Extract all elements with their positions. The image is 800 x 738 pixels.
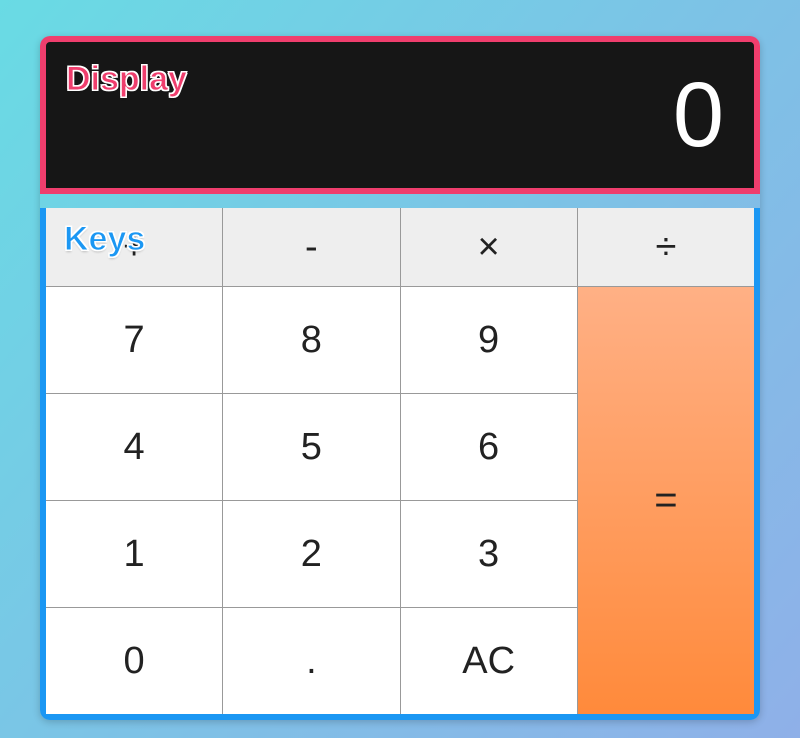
key-5[interactable]: 5 (223, 394, 399, 500)
key-equals[interactable]: = (578, 287, 754, 714)
calculator-display: Display 0 (40, 36, 760, 194)
key-1[interactable]: 1 (46, 501, 222, 607)
key-multiply[interactable]: × (401, 208, 577, 286)
keys-section-label: Keys (64, 220, 145, 259)
calculator-keys: Keys + - × ÷ 7 8 9 = 4 5 6 1 2 3 0 . AC (40, 208, 760, 720)
key-divide[interactable]: ÷ (578, 208, 754, 286)
keys-grid: + - × ÷ 7 8 9 = 4 5 6 1 2 3 0 . AC (46, 208, 754, 714)
key-8[interactable]: 8 (223, 287, 399, 393)
key-2[interactable]: 2 (223, 501, 399, 607)
key-6[interactable]: 6 (401, 394, 577, 500)
key-clear[interactable]: AC (401, 608, 577, 714)
display-value: 0 (673, 69, 724, 161)
key-4[interactable]: 4 (46, 394, 222, 500)
display-section-label: Display (66, 60, 187, 99)
calculator: Display 0 Keys + - × ÷ 7 8 9 = 4 5 6 1 2… (40, 36, 760, 720)
key-0[interactable]: 0 (46, 608, 222, 714)
key-subtract[interactable]: - (223, 208, 399, 286)
key-decimal[interactable]: . (223, 608, 399, 714)
key-7[interactable]: 7 (46, 287, 222, 393)
key-9[interactable]: 9 (401, 287, 577, 393)
key-3[interactable]: 3 (401, 501, 577, 607)
